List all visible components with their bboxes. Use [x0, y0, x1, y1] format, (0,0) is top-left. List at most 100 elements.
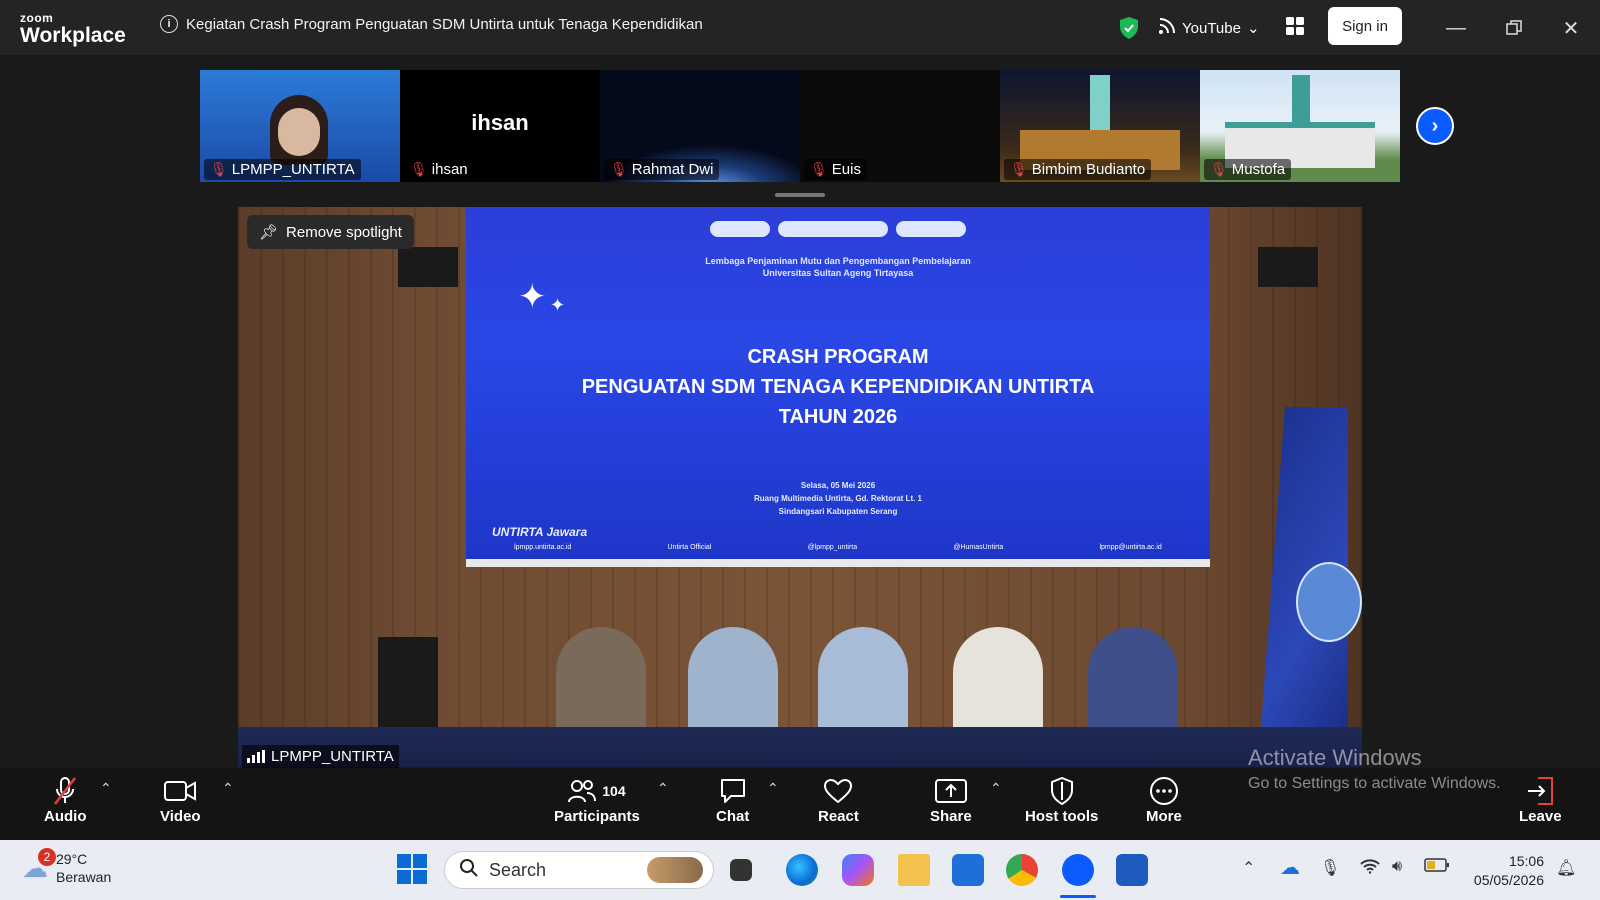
slide-footer: lpmpp.untirta.ac.id Untirta Official @lp…	[466, 544, 1210, 551]
react-button[interactable]: React	[818, 774, 859, 825]
info-icon[interactable]: i	[160, 15, 178, 33]
logo-badge	[778, 221, 888, 237]
participant-tile[interactable]: 🎙︎ Mustofa	[1200, 70, 1400, 182]
livestream-dropdown[interactable]: YouTube ⌄	[1158, 17, 1260, 39]
leave-button[interactable]: Leave	[1519, 774, 1562, 825]
speaker-icon[interactable]: 🔊︎	[1392, 858, 1402, 876]
notification-bell-icon[interactable]: 🔔︎	[1556, 858, 1576, 878]
edge-browser-icon[interactable]	[786, 854, 818, 886]
apps-icon[interactable]	[1284, 15, 1306, 42]
pin-icon: 📌︎	[259, 224, 279, 241]
participant-name-tag: 🎙︎ ihsan	[404, 159, 474, 180]
chrome-icon[interactable]	[1006, 854, 1038, 886]
onedrive-icon[interactable]: ☁	[1280, 855, 1300, 880]
meeting-info[interactable]: i Kegiatan Crash Program Penguatan SDM U…	[160, 15, 703, 33]
mic-muted-icon: 🎙︎	[1210, 161, 1228, 177]
zoom-app-icon[interactable]	[1062, 854, 1094, 886]
chat-button[interactable]: Chat	[716, 774, 749, 825]
audio-button[interactable]: Audio	[44, 774, 87, 825]
livestream-label: YouTube	[1182, 19, 1241, 37]
encryption-shield-icon[interactable]	[1118, 16, 1140, 45]
react-label: React	[818, 808, 859, 825]
spotlight-name-tag: LPMPP_UNTIRTA	[242, 745, 399, 768]
temperature: 29°C	[56, 851, 88, 867]
chat-options-caret[interactable]: ⌃	[767, 780, 779, 797]
share-options-caret[interactable]: ⌃	[990, 780, 1002, 797]
task-view-icon[interactable]	[730, 859, 752, 881]
search-placeholder: Search	[489, 859, 547, 880]
host-tools-button[interactable]: Host tools	[1025, 774, 1098, 825]
clock-date: 05/05/2026	[1473, 872, 1544, 888]
wifi-icon[interactable]	[1360, 858, 1380, 879]
video-label: Video	[160, 808, 201, 825]
start-icon[interactable]	[396, 853, 428, 885]
logo-line1: zoom	[20, 11, 54, 25]
system-clock[interactable]: 15:06 05/05/2026	[1466, 852, 1544, 890]
leave-label: Leave	[1519, 808, 1562, 825]
sign-in-button[interactable]: Sign in	[1328, 7, 1402, 45]
slide-org-line2: Universitas Sultan Ageng Tirtayasa	[762, 268, 914, 278]
slide-date: Selasa, 05 Mei 2026	[800, 481, 876, 490]
weather-widget[interactable]: ☁ 2 29°C Berawan	[22, 848, 111, 886]
watermark-subtitle: Go to Settings to activate Windows.	[1248, 775, 1501, 792]
restore-icon[interactable]	[1500, 14, 1528, 42]
remove-spotlight-button[interactable]: 📌︎ Remove spotlight	[247, 215, 414, 249]
battery-icon[interactable]	[1424, 858, 1450, 877]
mic-muted-icon: 🎙︎	[810, 161, 828, 177]
strip-resize-handle[interactable]	[775, 193, 825, 197]
logo-badge	[710, 221, 770, 237]
close-icon[interactable]: ✕	[1557, 14, 1585, 42]
participants-button[interactable]: 104 Participants	[554, 774, 640, 825]
audio-options-caret[interactable]: ⌃	[100, 780, 112, 797]
next-page-button[interactable]: ›	[1416, 107, 1454, 145]
video-button[interactable]: Video	[160, 774, 201, 825]
participant-name: Rahmat Dwi	[631, 161, 714, 178]
participant-tile[interactable]: 🎙︎ Rahmat Dwi	[600, 70, 800, 182]
video-options-caret[interactable]: ⌃	[222, 780, 234, 797]
slide-details: Selasa, 05 Mei 2026 Ruang Multimedia Unt…	[466, 479, 1210, 518]
participant-tile[interactable]: 🎙︎ Bimbim Budianto	[1000, 70, 1200, 182]
slide-footer-web: lpmpp.untirta.ac.id	[514, 544, 572, 551]
slide-title-line1: CRASH PROGRAM	[747, 346, 929, 368]
chat-bubble-icon	[719, 774, 747, 808]
slide-footer-instagram: @lpmpp_untirta	[807, 544, 858, 551]
chevron-up-icon[interactable]: ⌃	[1242, 858, 1255, 878]
logo-line2: Workplace	[20, 24, 126, 47]
more-button[interactable]: More	[1146, 774, 1182, 825]
sparkle-icon: ✦	[518, 278, 547, 316]
windows-taskbar: ☁ 2 29°C Berawan Search ⌃ ☁ 🎙︎ 🔊︎ 15:06 …	[0, 840, 1600, 900]
share-button[interactable]: Share	[930, 774, 972, 825]
participant-tile[interactable]: 🎙︎ LPMPP_UNTIRTA	[200, 70, 400, 182]
slide-footer-humas: @HumasUntirta	[953, 544, 1004, 551]
search-highlight-image	[647, 857, 703, 883]
copilot-icon[interactable]	[842, 854, 874, 886]
projection-screen: Lembaga Penjaminan Mutu dan Pengembangan…	[466, 207, 1210, 567]
slide-brand: UNTIRTA Jawara	[492, 525, 588, 539]
slide-location: Sindangsari Kabupaten Serang	[778, 507, 898, 516]
participant-tile[interactable]: ihsan 🎙︎ ihsan	[400, 70, 600, 182]
word-icon[interactable]	[1116, 854, 1148, 886]
taskbar-search[interactable]: Search	[444, 851, 714, 889]
speaker-right	[1258, 247, 1318, 287]
participants-options-caret[interactable]: ⌃	[657, 780, 669, 797]
spotlight-video: Lembaga Penjaminan Mutu dan Pengembangan…	[238, 207, 1362, 767]
meeting-title: Kegiatan Crash Program Penguatan SDM Unt…	[186, 15, 703, 33]
participant-name: Bimbim Budianto	[1031, 161, 1146, 178]
participants-label: Participants	[554, 808, 640, 825]
activate-windows-watermark: Activate Windows Go to Settings to activ…	[1248, 745, 1501, 793]
file-explorer-icon[interactable]	[898, 854, 930, 886]
participant-name: Mustofa	[1231, 161, 1286, 178]
participant-name-tag: 🎙︎ Euis	[804, 159, 867, 180]
participant-name-tag: 🎙︎ Bimbim Budianto	[1004, 159, 1152, 180]
participant-name-tag: 🎙︎ Rahmat Dwi	[604, 159, 720, 180]
store-icon[interactable]	[952, 854, 984, 886]
video-camera-icon	[164, 774, 197, 808]
search-icon	[459, 858, 479, 883]
participant-display-name: ihsan	[471, 110, 529, 135]
title-bar: zoom Workplace i Kegiatan Crash Program …	[0, 0, 1600, 55]
chevron-down-icon: ⌄	[1246, 20, 1260, 37]
minimize-icon[interactable]: —	[1442, 14, 1470, 42]
participant-tile[interactable]: 🎙︎ Euis	[800, 70, 1000, 182]
microphone-icon[interactable]: 🎙︎	[1320, 858, 1340, 878]
speaker-left	[398, 247, 458, 287]
